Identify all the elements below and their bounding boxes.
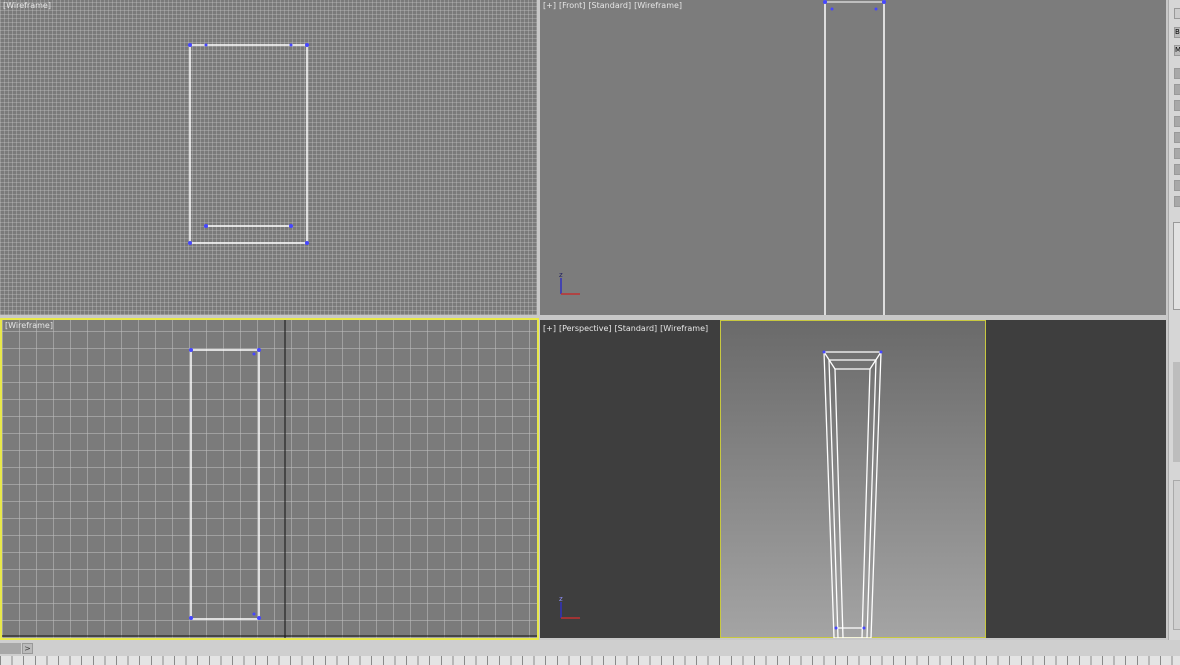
modifier-stack-list[interactable] — [1173, 222, 1180, 310]
panel-button[interactable] — [1174, 68, 1180, 79]
shading-label[interactable]: [Wireframe] — [3, 1, 51, 10]
viewport-menu[interactable]: [+] — [543, 1, 556, 10]
viewport-front[interactable]: [+] [Front] [Standard] [Wireframe] z — [540, 0, 1166, 315]
shading-label[interactable]: [Wireframe] — [5, 321, 53, 330]
panel-button[interactable] — [1174, 132, 1180, 143]
next-frame-button[interactable]: > — [22, 643, 33, 654]
panel-button[interactable] — [1174, 196, 1180, 207]
wireframe-object — [188, 43, 309, 245]
axis-gizmo-icon: z — [559, 595, 580, 619]
panel-tab[interactable] — [1174, 8, 1180, 19]
shading-label[interactable]: [Wireframe] — [634, 1, 682, 10]
command-panel[interactable]: B M — [1168, 0, 1180, 640]
panel-button-b[interactable]: B — [1174, 27, 1180, 38]
svg-text:z: z — [559, 271, 563, 279]
viewport-perspective[interactable]: [+] [Perspective] [Standard] [Wireframe] z — [540, 320, 1166, 638]
track-bar-ruler[interactable] — [0, 656, 1180, 665]
panel-button[interactable] — [1174, 164, 1180, 175]
time-slider-bar[interactable]: > — [0, 640, 1180, 656]
rollout-panel — [1173, 480, 1180, 630]
standard-label[interactable]: [Standard] — [588, 1, 631, 10]
standard-label[interactable]: [Standard] — [615, 324, 658, 333]
panel-button[interactable] — [1174, 100, 1180, 111]
viewport-left[interactable]: [Wireframe] — [0, 318, 539, 640]
panel-button[interactable] — [1174, 180, 1180, 191]
svg-text:z: z — [559, 595, 563, 603]
panel-button[interactable] — [1174, 148, 1180, 159]
wireframe-object — [2, 320, 537, 638]
viewport-menu[interactable]: [+] — [543, 324, 556, 333]
wireframe-object: z — [559, 350, 883, 638]
panel-button[interactable] — [1174, 116, 1180, 127]
viewport-label[interactable]: [Wireframe] — [5, 321, 56, 330]
panel-button[interactable] — [1174, 84, 1180, 95]
rollout-panel — [1173, 362, 1180, 462]
panel-button-m[interactable]: M — [1174, 45, 1180, 56]
wireframe-object: z — [559, 0, 886, 315]
viewport-top[interactable]: [Wireframe] — [0, 0, 537, 315]
shading-label[interactable]: [Wireframe] — [660, 324, 708, 333]
viewport-label[interactable]: [+] [Front] [Standard] [Wireframe] — [543, 1, 685, 10]
viewport-label[interactable]: [+] [Perspective] [Standard] [Wireframe] — [543, 324, 711, 333]
view-label[interactable]: [Front] — [559, 1, 585, 10]
time-slider-thumb[interactable] — [0, 643, 21, 654]
axis-gizmo-icon: z — [559, 271, 580, 295]
viewport-label[interactable]: [Wireframe] — [3, 1, 54, 10]
view-label[interactable]: [Perspective] — [559, 324, 612, 333]
